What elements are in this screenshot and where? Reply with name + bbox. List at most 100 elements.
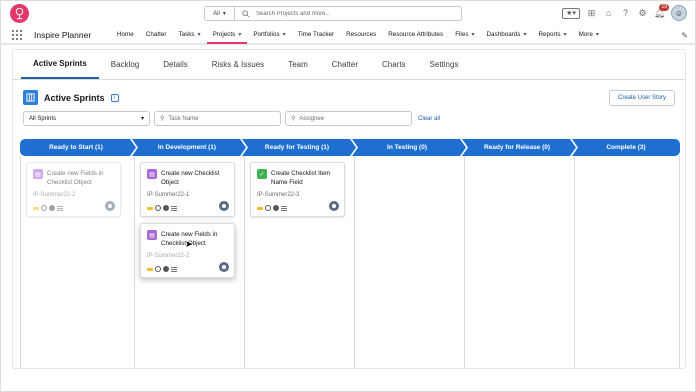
app-launcher-icon[interactable] (12, 29, 24, 41)
app-logo[interactable] (10, 4, 29, 23)
story-card[interactable]: ▤ Create new Fields in Checklist Object … (26, 162, 121, 217)
assignee-avatar[interactable] (219, 201, 229, 211)
sprint-select-value: All Sprints (29, 115, 57, 122)
card-title: Create new Checklist Object (161, 170, 220, 186)
stage-label: Complete (3) (606, 144, 646, 151)
nav-item-chatter[interactable]: Chatter (140, 26, 173, 43)
nav-item-resources[interactable]: Resources (340, 26, 382, 43)
nav-item-portfolios[interactable]: Portfolios ▾ (247, 26, 291, 43)
dropdown-arrow-icon: ▾ (140, 116, 144, 122)
sprint-board-icon (23, 90, 38, 105)
nav-item-reports[interactable]: Reports ▾ (532, 26, 572, 43)
column-divider (464, 156, 465, 368)
chevron-down-icon[interactable]: ▾ (564, 31, 567, 38)
app-window: All ▾ ★▾ ⊞ ⌂ ? ⚙ 🔔︎ 19 ☺ Inspire (0, 0, 696, 392)
search-input[interactable] (256, 10, 456, 17)
stage-label: In Testing (0) (387, 144, 427, 151)
search-icon (242, 9, 250, 18)
tree-icon (15, 7, 24, 20)
status-dot-icon (273, 205, 279, 211)
card-meta (147, 205, 177, 211)
stage-label: Ready for Release (0) (483, 144, 551, 151)
notifications-button[interactable]: 🔔︎ 19 (654, 3, 669, 19)
info-icon[interactable]: i (110, 93, 119, 102)
assignee-filter[interactable]: ⚲ Assignee (285, 111, 412, 126)
setup-button[interactable]: ⚙ (637, 8, 648, 19)
active-sprints-header: Active Sprints i (23, 90, 119, 105)
chevron-down-icon[interactable]: ▾ (238, 31, 241, 38)
edit-nav-icon[interactable]: ✎ (681, 31, 688, 40)
chevron-down-icon[interactable]: ▾ (471, 31, 474, 38)
create-user-story-button[interactable]: Create User Story (608, 90, 675, 106)
clock-icon (155, 266, 161, 272)
user-avatar[interactable]: ☺ (671, 5, 687, 21)
filter-bar: All Sprints ▾ ⚲ Task Name ⚲ Assignee Cle… (23, 111, 440, 126)
chevron-down-icon[interactable]: ▾ (596, 31, 599, 38)
tab-backlog[interactable]: Backlog (99, 50, 151, 79)
user-story-icon: ▤ (147, 169, 157, 179)
search-scope-select[interactable]: All ▾ (205, 7, 235, 20)
assignee-avatar[interactable] (105, 201, 115, 211)
app-navigation-bar: Inspire Planner Home Chatter Tasks ▾ Project… (1, 26, 695, 45)
nav-item-files[interactable]: Files ▾ (449, 26, 480, 43)
nav-item-time-tracker[interactable]: Time Tracker (292, 26, 341, 43)
nav-item-label: Dashboards (486, 31, 521, 38)
nav-item-label: More (578, 31, 593, 38)
priority-icon (257, 206, 263, 210)
search-scope-label: All (213, 10, 220, 17)
trailhead-icon: ⌂ (605, 8, 612, 18)
help-button[interactable]: ? (620, 8, 631, 19)
checkmark-icon: ✓ (257, 169, 267, 179)
card-meta (33, 205, 63, 211)
nav-item-resource-attributes[interactable]: Resource Attributes (382, 26, 449, 43)
status-dot-icon (163, 205, 169, 211)
story-card[interactable]: ▤ Create new Checklist Object IP-Summer2… (140, 162, 235, 217)
notification-count-badge: 19 (659, 3, 669, 11)
tab-risks-issues[interactable]: Risks & Issues (200, 50, 276, 79)
nav-item-projects[interactable]: Projects ▾ (206, 27, 248, 44)
stage-label: Ready for Testing (1) (264, 144, 330, 151)
nav-item-label: Reports (538, 31, 561, 38)
project-content: Active Sprints Backlog Details Risks & Issu… (12, 49, 686, 369)
assignee-avatar[interactable] (329, 201, 339, 211)
tab-details[interactable]: Details (151, 50, 199, 79)
nav-item-tasks[interactable]: Tasks ▾ (172, 26, 206, 43)
list-icon (171, 266, 177, 272)
tab-active-sprints[interactable]: Active Sprints (21, 50, 99, 79)
tab-settings[interactable]: Settings (418, 50, 471, 79)
chevron-down-icon[interactable]: ▾ (283, 31, 286, 38)
tab-charts[interactable]: Charts (370, 50, 418, 79)
global-actions-button[interactable]: ⊞ (586, 8, 597, 19)
card-title: Create new Fields in Checklist Object (47, 170, 104, 186)
status-dot-icon (49, 205, 55, 211)
task-name-filter[interactable]: ⚲ Task Name (154, 111, 281, 126)
nav-items: Home Chatter Tasks ▾ Projects ▾ Portfolios ▾ Tim… (111, 26, 605, 44)
plus-square-icon: ⊞ (587, 7, 596, 18)
chevron-down-icon[interactable]: ▾ (523, 31, 526, 38)
sprint-select[interactable]: All Sprints ▾ (23, 111, 150, 126)
mouse-cursor-icon: ➤ (185, 239, 193, 249)
chevron-down-icon[interactable]: ▾ (198, 31, 201, 38)
column-divider (134, 156, 135, 368)
favorites-button[interactable]: ★▾ (562, 7, 580, 19)
nav-item-dashboards[interactable]: Dashboards ▾ (481, 26, 533, 43)
story-card[interactable]: ✓ Create Checklist Item Name Field IP-Su… (250, 162, 345, 217)
card-id: IP-Summer22-2 (147, 253, 190, 259)
nav-item-more[interactable]: More ▾ (573, 26, 605, 43)
tab-team[interactable]: Team (276, 50, 320, 79)
clear-all-link[interactable]: Clear all (418, 116, 440, 122)
user-story-icon: ▤ (147, 230, 157, 240)
dragged-story-card[interactable]: ▤ Create new Fields in Checklist Object … (140, 223, 235, 278)
card-title: Create new Fields in Checklist Object (161, 231, 218, 247)
user-story-icon: ▤ (33, 169, 43, 179)
list-icon (57, 205, 63, 211)
nav-item-home[interactable]: Home (111, 26, 140, 43)
column-divider (354, 156, 355, 368)
card-id: IP-Summer22-3 (257, 192, 300, 198)
trailhead-button[interactable]: ⌂ (603, 8, 614, 19)
tab-chatter[interactable]: Chatter (320, 50, 370, 79)
card-meta (147, 266, 177, 272)
assignee-avatar[interactable] (219, 262, 229, 272)
card-title: Create Checklist Item Name Field (271, 170, 331, 186)
header-actions: ★▾ ⊞ ⌂ ? ⚙ 🔔︎ 19 ☺ (562, 3, 687, 21)
